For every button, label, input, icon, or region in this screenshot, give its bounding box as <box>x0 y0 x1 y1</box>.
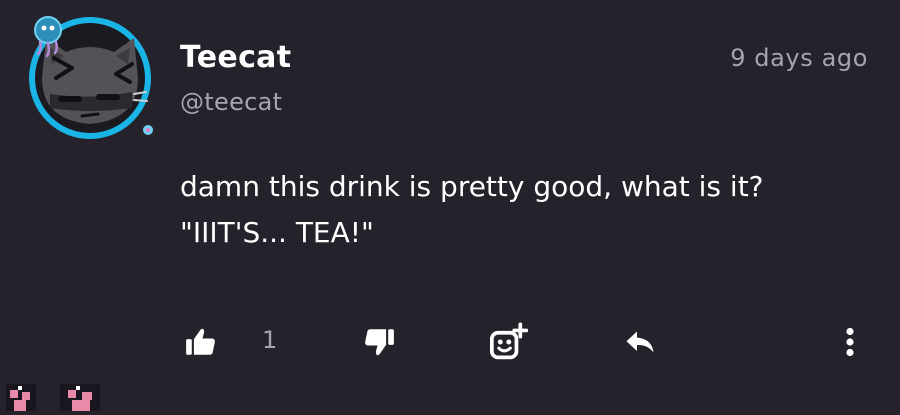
like-count: 1 <box>262 326 278 354</box>
post-card: Teecat @teecat 9 days ago damn this drin… <box>0 0 900 411</box>
like-button[interactable] <box>184 322 218 362</box>
post-body-line: damn this drink is pretty good, what is … <box>180 170 764 203</box>
author-display-name[interactable]: Teecat <box>180 40 291 75</box>
cat-avatar-icon <box>29 16 153 139</box>
post-body: damn this drink is pretty good, what is … <box>180 164 870 256</box>
add-reaction-icon <box>488 322 528 362</box>
post-timestamp: 9 days ago <box>730 44 868 72</box>
author-handle[interactable]: @teecat <box>180 88 282 116</box>
pixel-character-decoration <box>0 378 120 411</box>
add-reaction-button[interactable] <box>488 322 528 362</box>
avatar[interactable] <box>20 8 160 140</box>
more-vertical-icon <box>838 324 862 360</box>
reply-arrow-icon <box>622 324 658 360</box>
dislike-button[interactable] <box>362 322 396 362</box>
more-options-button[interactable] <box>838 322 862 362</box>
thumbs-down-icon <box>362 325 396 359</box>
reply-button[interactable] <box>622 322 658 362</box>
post-body-line: "IIIT'S... TEA!" <box>180 216 374 249</box>
thumbs-up-icon <box>184 325 218 359</box>
